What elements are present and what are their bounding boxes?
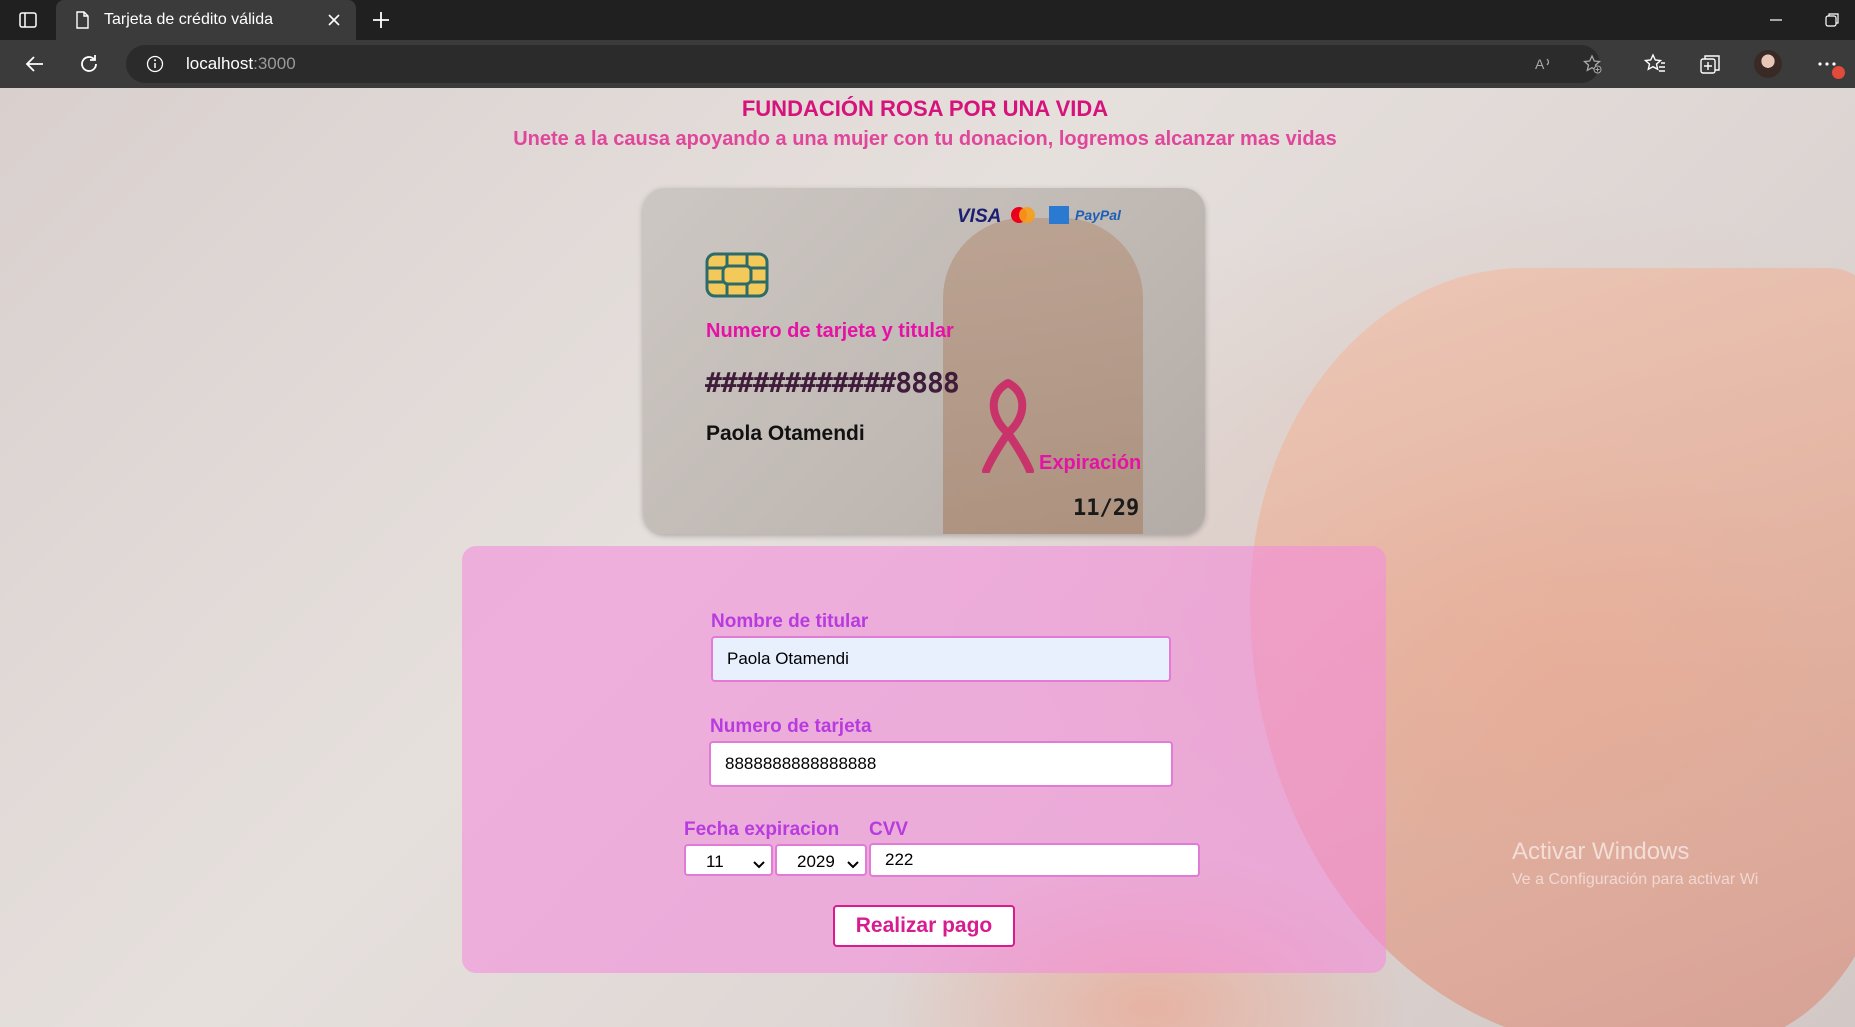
url-text: localhost:3000	[186, 54, 296, 73]
card-holder-display: Paola Otamendi	[706, 422, 865, 445]
hand-image	[943, 218, 1143, 534]
visa-logo: VISA	[957, 206, 1002, 227]
cvv-input[interactable]	[869, 843, 1200, 877]
holder-name-label: Nombre de titular	[711, 611, 869, 632]
notification-badge	[1832, 66, 1845, 79]
mastercard-logo-icon	[1009, 206, 1037, 224]
close-tab-icon[interactable]	[324, 10, 344, 30]
chevron-down-icon	[753, 855, 765, 869]
tab-actions-icon[interactable]	[18, 10, 38, 30]
new-tab-plus-icon[interactable]	[370, 9, 392, 31]
add-favorite-icon[interactable]	[1582, 54, 1602, 74]
browser-tab-active[interactable]: Tarjeta de crédito válida	[56, 0, 356, 40]
tab-title: Tarjeta de crédito válida	[104, 11, 273, 28]
submit-payment-button[interactable]: Realizar pago	[833, 905, 1015, 947]
payment-form: Nombre de titular Numero de tarjeta Fech…	[462, 546, 1386, 973]
card-expiration-display: 11/29	[1073, 496, 1140, 521]
card-number-field-label: Numero de tarjeta	[710, 716, 872, 737]
holder-name-input[interactable]	[711, 636, 1171, 682]
svg-text:A: A	[1535, 56, 1545, 72]
expiration-date-label: Fecha expiracion	[684, 819, 840, 840]
browser-tab-bar: Tarjeta de crédito válida	[0, 0, 1855, 40]
page-icon	[72, 10, 92, 30]
expiration-year-value: 2029	[797, 852, 835, 871]
collections-icon[interactable]	[1698, 52, 1722, 76]
address-bar[interactable]: localhost:3000 A	[126, 45, 1602, 83]
credit-card-preview: VISA PayPal Numero de tarjeta y titular …	[643, 188, 1205, 534]
back-arrow-icon[interactable]	[23, 52, 47, 76]
windows-activation-hint: Ve a Configuración para activar Wi	[1512, 871, 1759, 888]
card-chip-icon	[705, 252, 769, 298]
windows-activation-watermark: Activar Windows	[1512, 838, 1690, 865]
paypal-logo: PayPal	[1075, 207, 1121, 223]
browser-toolbar: localhost:3000 A	[0, 40, 1855, 88]
profile-avatar[interactable]	[1754, 50, 1782, 78]
favorites-icon[interactable]	[1643, 52, 1667, 76]
refresh-icon[interactable]	[77, 52, 101, 76]
minimize-window-icon[interactable]	[1766, 10, 1786, 30]
cvv-label: CVV	[869, 819, 909, 840]
amex-logo-icon	[1049, 206, 1069, 224]
payment-logos: VISA PayPal	[957, 204, 1157, 228]
card-number-label: Numero de tarjeta y titular	[706, 320, 954, 342]
page-title: FUNDACIÓN ROSA POR UNA VIDA	[741, 96, 1109, 121]
restore-window-icon[interactable]	[1822, 10, 1842, 30]
card-number-display: ############8888	[705, 366, 960, 399]
expiration-month-select[interactable]: 11	[684, 844, 773, 876]
chevron-down-icon	[847, 855, 859, 869]
read-aloud-icon[interactable]: A	[1534, 54, 1554, 74]
card-expiration-label: Expiración	[1039, 452, 1142, 474]
pink-ribbon-icon	[978, 373, 1038, 475]
expiration-year-select[interactable]: 2029	[775, 844, 867, 876]
card-number-input[interactable]	[709, 741, 1173, 787]
site-info-icon[interactable]	[146, 55, 164, 73]
page-subtitle: Unete a la causa apoyando a una mujer co…	[513, 128, 1337, 150]
expiration-month-value: 11	[706, 852, 724, 871]
